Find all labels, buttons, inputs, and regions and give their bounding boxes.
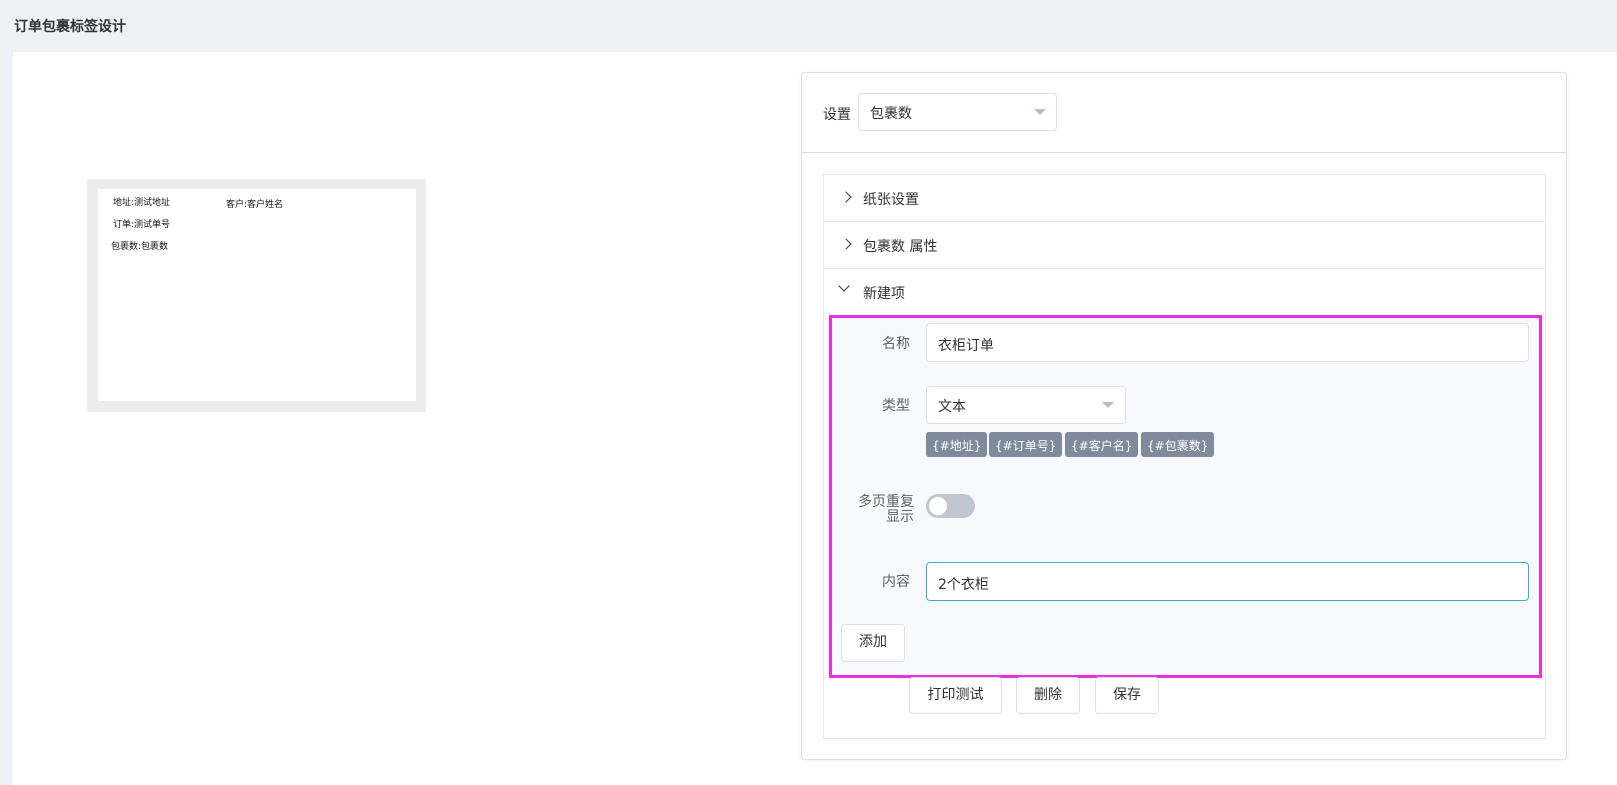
section-attributes[interactable]: 包裹数 属性: [824, 222, 1545, 269]
section-paper-settings-title: 纸张设置: [863, 192, 919, 208]
setting-label: 设置: [823, 107, 851, 123]
name-input[interactable]: 衣柜订单: [926, 323, 1529, 362]
repeat-toggle[interactable]: [926, 494, 975, 518]
label-paper: 地址:测试地址 客户:客户姓名 订单:测试单号 包裹数:包裹数: [98, 189, 416, 401]
settings-collapse: 纸张设置 包裹数 属性 新建项 名称 衣柜订单 类型 文本 {#地址} {#订单…: [823, 174, 1546, 739]
content-label: 内容: [882, 574, 910, 590]
toggle-knob: [929, 497, 947, 515]
chevron-down-icon: [838, 280, 850, 292]
section-paper-settings[interactable]: 纸张设置: [824, 175, 1545, 222]
save-button[interactable]: 保存: [1095, 677, 1159, 714]
print-test-button[interactable]: 打印测试: [909, 677, 1002, 714]
element-select[interactable]: 包裹数: [858, 93, 1057, 131]
new-item-form: 名称 衣柜订单 类型 文本 {#地址} {#订单号} {#客户名} {#包裹数}…: [829, 315, 1542, 678]
repeat-label: 多页重复 显示: [852, 495, 914, 525]
name-label: 名称: [882, 336, 910, 352]
label-field-packages[interactable]: 包裹数:包裹数: [111, 239, 168, 252]
tag-package-count[interactable]: {#包裹数}: [1141, 432, 1215, 457]
element-select-value: 包裹数: [870, 106, 912, 122]
content-input[interactable]: 2个衣柜: [926, 562, 1529, 601]
label-preview: 地址:测试地址 客户:客户姓名 订单:测试单号 包裹数:包裹数: [87, 179, 426, 412]
section-new-item-title: 新建项: [863, 286, 905, 302]
chevron-down-icon: [1102, 402, 1114, 408]
label-field-address[interactable]: 地址:测试地址: [113, 195, 170, 208]
tag-order-number[interactable]: {#订单号}: [989, 432, 1063, 457]
tag-address[interactable]: {#地址}: [926, 432, 988, 457]
type-select-value: 文本: [938, 399, 966, 415]
section-attributes-title: 包裹数 属性: [863, 239, 938, 255]
chevron-down-icon: [1034, 109, 1046, 115]
repeat-label-line1: 多页重复: [858, 494, 914, 510]
add-button[interactable]: 添加: [841, 624, 905, 662]
type-label: 类型: [882, 398, 910, 414]
repeat-label-line2: 显示: [886, 509, 914, 525]
section-new-item[interactable]: 新建项: [824, 269, 1545, 316]
type-select[interactable]: 文本: [926, 386, 1126, 424]
delete-button[interactable]: 删除: [1016, 677, 1080, 714]
tag-customer-name[interactable]: {#客户名}: [1065, 432, 1139, 457]
label-field-customer[interactable]: 客户:客户姓名: [226, 197, 283, 210]
settings-panel: 设置 包裹数 纸张设置 包裹数 属性 新建项 名称 衣柜订单 类型 文本 {#地…: [801, 72, 1567, 760]
label-field-order[interactable]: 订单:测试单号: [113, 217, 170, 230]
settings-header: 设置 包裹数: [802, 73, 1566, 153]
chevron-right-icon: [840, 238, 852, 250]
chevron-right-icon: [840, 191, 852, 203]
page-title: 订单包裹标签设计: [14, 19, 126, 35]
